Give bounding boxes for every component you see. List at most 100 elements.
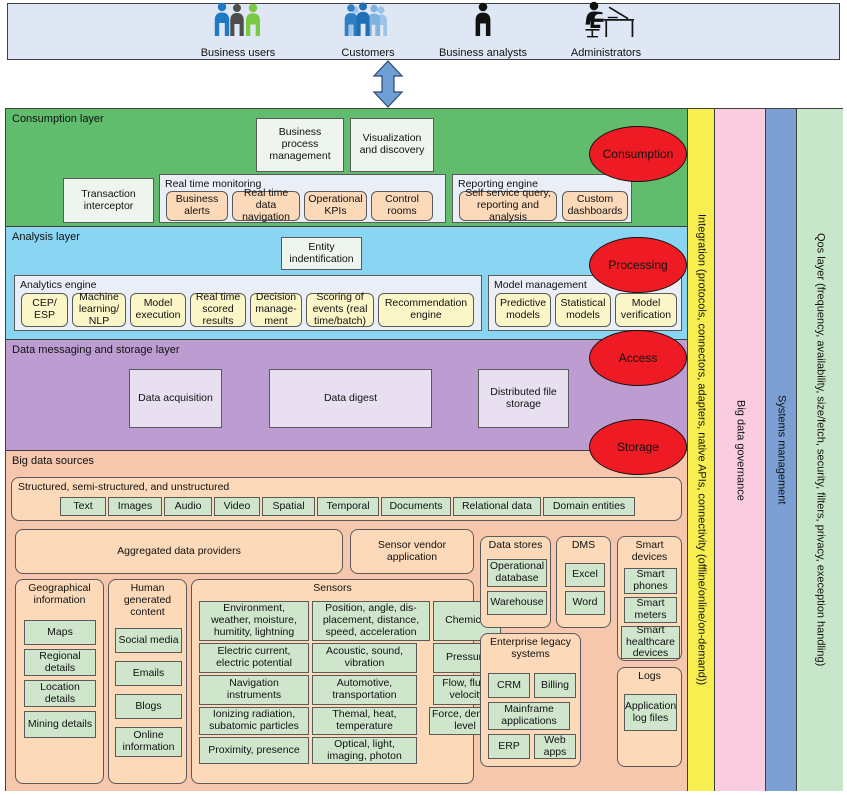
data-acquisition-box[interactable]: Data acquisition	[129, 369, 222, 428]
crowd-people-icon	[340, 2, 396, 43]
actor-business-users: Business users	[168, 2, 308, 59]
warehouse-box[interactable]: Warehouse	[487, 591, 547, 615]
hgc-blogs-box[interactable]: Blogs	[115, 694, 182, 719]
reporting-engine-group: Reporting engine Self service query, rep…	[452, 174, 632, 223]
geo-maps-box[interactable]: Maps	[24, 620, 96, 645]
operational-kpis-box[interactable]: Operational KPIs	[304, 191, 367, 221]
type-images-box[interactable]: Images	[108, 497, 162, 516]
sensor-environment-box[interactable]: Environment, weather, moisture, humitity…	[199, 601, 309, 641]
group-title: Structured, semi-structured, and unstruc…	[18, 481, 230, 493]
three-people-icon	[211, 2, 265, 43]
transaction-interceptor-box[interactable]: Transaction interceptor	[63, 178, 154, 223]
business-alerts-box[interactable]: Business alerts	[166, 191, 228, 221]
storage-badge: Storage	[589, 419, 687, 475]
self-service-query-box[interactable]: Self service query, reporting and analys…	[459, 187, 557, 223]
person-at-desk-icon	[576, 0, 636, 43]
type-temporal-box[interactable]: Temporal	[317, 497, 379, 516]
geo-regional-details-box[interactable]: Regional details	[24, 649, 96, 676]
systems-management-label: Systems management	[775, 395, 788, 505]
decision-management-box[interactable]: Decision manage- ment	[250, 291, 302, 327]
smart-meters-box[interactable]: Smart meters	[624, 597, 677, 623]
actors-band: Business users Customers Business analys…	[7, 0, 840, 60]
qos-layer-label: Qos layer (frequency, availability, size…	[814, 233, 827, 667]
sensor-vendor-application-box[interactable]: Sensor vendor application	[350, 529, 474, 574]
structured-group: Structured, semi-structured, and unstruc…	[11, 477, 682, 521]
aggregated-data-providers-box[interactable]: Aggregated data providers	[15, 529, 343, 574]
real-time-scored-results-box[interactable]: Real time scored results	[190, 291, 246, 327]
cep-esp-box[interactable]: CEP/ ESP	[21, 293, 68, 327]
actor-business-analysts: Business analysts	[413, 2, 553, 59]
type-domain-entities-box[interactable]: Domain entities	[543, 497, 635, 516]
model-verification-box[interactable]: Model verification	[615, 293, 677, 327]
actor-label: Business analysts	[438, 47, 528, 59]
custom-dashboards-box[interactable]: Custom dashboards	[562, 191, 628, 221]
smart-healthcare-devices-box[interactable]: Smart healthcare devices	[621, 624, 680, 659]
word-box[interactable]: Word	[565, 591, 605, 615]
human-generated-content-group: Human generated content Social media Ema…	[108, 579, 187, 784]
sensor-optical-box[interactable]: Optical, light, imaging, photon	[312, 737, 417, 764]
real-time-monitoring-group: Real time monitoring Business alerts Rea…	[159, 174, 446, 223]
sensor-navigation-box[interactable]: Navigation instruments	[199, 675, 309, 705]
sensor-position-angle-box[interactable]: Position, angle, dis-placement, distance…	[312, 601, 430, 641]
recommendation-engine-box[interactable]: Recommendation engine	[378, 293, 474, 327]
sensor-acoustic-box[interactable]: Acoustic, sound, vibration	[312, 643, 417, 673]
smart-phones-box[interactable]: Smart phones	[624, 568, 677, 594]
sensor-thermal-box[interactable]: Themal, heat, temperature	[312, 707, 417, 735]
big-data-governance-column: Big data governance	[714, 109, 765, 791]
control-rooms-box[interactable]: Control rooms	[371, 191, 433, 221]
layer-title: Data messaging and storage layer	[12, 344, 180, 356]
group-title: Smart devices	[631, 539, 668, 563]
double-headed-vertical-arrow-icon	[372, 60, 404, 113]
scoring-of-events-box[interactable]: Scoring of events (real time/batch)	[306, 291, 374, 327]
type-relational-data-box[interactable]: Relational data	[453, 497, 541, 516]
mainframe-applications-box[interactable]: Mainframe applications	[488, 702, 570, 730]
distributed-file-storage-box[interactable]: Distributed file storage	[478, 369, 569, 428]
excel-box[interactable]: Excel	[565, 563, 605, 587]
type-video-box[interactable]: Video	[214, 497, 260, 516]
sensor-proximity-box[interactable]: Proximity, presence	[199, 737, 309, 764]
statistical-models-box[interactable]: Statistical models	[555, 293, 611, 327]
single-person-icon	[470, 2, 496, 43]
data-stores-group: Data stores Operational database Warehou…	[480, 536, 551, 628]
real-time-data-navigation-box[interactable]: Real time data navigation	[232, 187, 300, 223]
actor-label: Administrators	[570, 47, 642, 59]
application-log-files-box[interactable]: Application log files	[624, 694, 677, 731]
billing-box[interactable]: Billing	[534, 673, 576, 698]
web-apps-box[interactable]: Web apps	[534, 734, 576, 759]
business-process-management-box[interactable]: Business process management	[256, 118, 344, 172]
sensor-automotive-box[interactable]: Automotive, transportation	[312, 675, 417, 705]
machine-learning-nlp-box[interactable]: Machine learning/ NLP	[72, 291, 126, 327]
sensors-group: Sensors Environment, weather, moisture, …	[191, 579, 501, 784]
group-title: Model management	[494, 279, 587, 291]
analytics-engine-group: Analytics engine CEP/ ESP Machine learni…	[14, 275, 482, 331]
hgc-emails-box[interactable]: Emails	[115, 661, 182, 686]
hgc-online-information-box[interactable]: Online information	[115, 727, 182, 757]
type-spatial-box[interactable]: Spatial	[262, 497, 315, 516]
operational-database-box[interactable]: Operational database	[487, 559, 547, 587]
data-digest-box[interactable]: Data digest	[269, 369, 432, 428]
predictive-models-box[interactable]: Predictive models	[495, 293, 551, 327]
analysis-layer: Analysis layer Entity indentification An…	[6, 227, 687, 340]
data-messaging-storage-layer: Data messaging and storage layer Data ac…	[6, 340, 687, 451]
geo-mining-details-box[interactable]: Mining details	[24, 711, 96, 738]
main-architecture-frame: Consumption layer Business process manag…	[5, 108, 843, 791]
group-title: Analytics engine	[20, 279, 97, 291]
visualization-and-discovery-box[interactable]: Visualization and discovery	[350, 118, 434, 172]
sensors-title: Sensors	[313, 582, 352, 594]
entity-identification-box[interactable]: Entity indentification	[281, 237, 362, 270]
type-audio-box[interactable]: Audio	[164, 497, 212, 516]
type-text-box[interactable]: Text	[60, 497, 106, 516]
geo-location-details-box[interactable]: Location details	[24, 680, 96, 707]
erp-box[interactable]: ERP	[488, 734, 530, 759]
crm-box[interactable]: CRM	[488, 673, 530, 698]
type-documents-box[interactable]: Documents	[381, 497, 451, 516]
hgc-social-media-box[interactable]: Social media	[115, 628, 182, 653]
sensor-electric-current-box[interactable]: Electric current, electric potential	[199, 643, 309, 673]
group-title: Enterprise legacy systems	[489, 636, 572, 660]
systems-management-column: Systems management	[765, 109, 796, 791]
access-badge: Access	[589, 330, 687, 386]
big-data-governance-label: Big data governance	[734, 399, 747, 501]
actor-label: Business users	[200, 47, 276, 59]
model-execution-box[interactable]: Model execution	[130, 293, 186, 327]
sensor-ionizing-radiation-box[interactable]: Ionizing radiation, subatomic particles	[199, 707, 309, 735]
